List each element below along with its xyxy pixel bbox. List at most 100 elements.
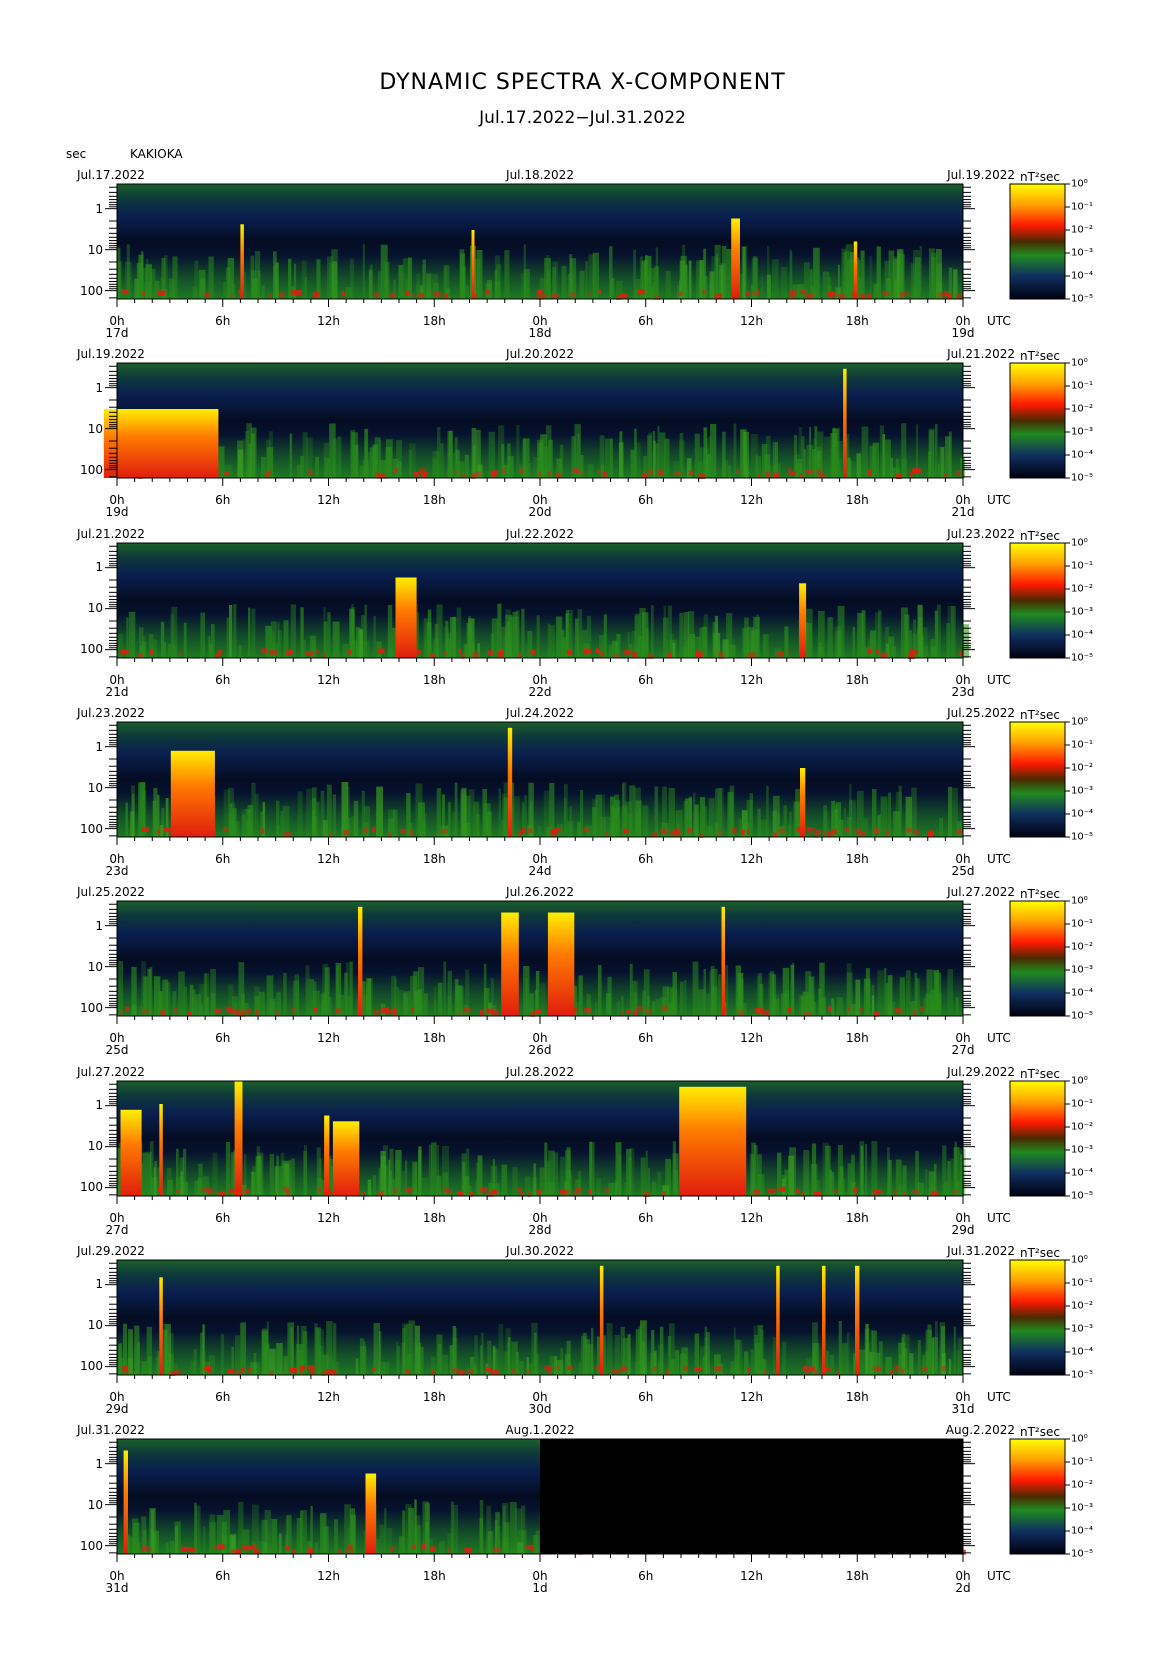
noise-mark <box>939 817 944 837</box>
x-tick-label: 6h <box>638 1031 654 1046</box>
colorbar-gradient <box>1009 900 1066 1017</box>
day-label: 17d <box>105 326 129 340</box>
x-tick-label: 18h <box>422 1569 446 1584</box>
noise-mark <box>142 1009 149 1015</box>
noise-mark <box>914 829 919 835</box>
noise-mark <box>549 624 555 658</box>
noise-mark <box>204 292 211 298</box>
noise-mark <box>663 829 668 835</box>
x-tick-label: 6h <box>638 672 654 687</box>
noise-mark <box>657 1360 664 1375</box>
colorbar-tick-label: 10⁻³ <box>1071 964 1094 976</box>
noise-mark <box>292 1548 296 1554</box>
colorbar-tick-label: 10⁻⁵ <box>1071 472 1094 484</box>
noise-mark <box>757 1324 763 1375</box>
noise-mark <box>433 986 437 1017</box>
noise-mark <box>442 1354 449 1375</box>
noise-mark <box>595 647 600 653</box>
noise-mark <box>366 984 369 1017</box>
colorbar-gradient <box>1009 183 1066 300</box>
colorbar-tick-label: 10⁻⁴ <box>1071 808 1094 820</box>
y-tick-label: 100 <box>80 1538 103 1553</box>
noise-mark <box>585 261 588 299</box>
noise-mark <box>504 250 510 299</box>
panel-date-mid: Jul.22.2022 <box>506 526 574 541</box>
noise-mark <box>377 648 382 654</box>
noise-mark <box>901 423 907 479</box>
noise-mark <box>287 1322 295 1375</box>
noise-mark <box>929 829 934 835</box>
noise-mark <box>210 1188 215 1194</box>
burst-mark <box>103 409 219 479</box>
noise-mark <box>452 812 456 837</box>
noise-mark <box>275 1165 282 1196</box>
noise-mark <box>666 1369 669 1375</box>
panel-date-mid: Aug.1.2022 <box>505 1423 575 1438</box>
day-label: 27d <box>951 1043 975 1058</box>
noise-mark <box>569 292 576 298</box>
noise-mark <box>223 282 226 299</box>
x-tick-label: 6h <box>215 493 231 508</box>
x-tick-label: 12h <box>740 493 763 508</box>
noise-mark <box>782 1341 787 1375</box>
noise-mark <box>589 1141 595 1196</box>
noise-mark <box>584 648 591 654</box>
panel-date-mid: Jul.24.2022 <box>506 705 574 720</box>
noise-mark <box>519 1360 524 1375</box>
noise-mark <box>619 293 628 299</box>
noise-mark <box>756 290 760 296</box>
noise-mark <box>351 603 354 658</box>
noise-mark <box>320 1513 327 1555</box>
colorbar-tick-label: 10⁻⁴ <box>1071 629 1094 641</box>
spectrogram-panel <box>105 183 975 307</box>
noise-mark <box>464 643 468 658</box>
x-tick-label: 18h <box>845 1210 869 1225</box>
noise-mark <box>329 423 336 479</box>
noise-mark <box>278 292 285 298</box>
day-label: 31d <box>105 1581 129 1596</box>
noise-mark <box>235 1335 240 1375</box>
noise-mark <box>457 1369 465 1375</box>
panel-date-right: Jul.31.2022 <box>947 1243 1015 1258</box>
noise-mark <box>865 1143 868 1196</box>
y-tick-label: 1 <box>95 918 103 933</box>
noise-mark <box>178 971 185 1017</box>
noise-mark <box>882 290 890 296</box>
noise-mark <box>563 784 568 837</box>
noise-mark <box>432 458 438 479</box>
noise-mark <box>584 1007 592 1013</box>
noise-mark <box>887 1146 890 1196</box>
noise-mark <box>228 813 236 837</box>
noise-mark <box>176 1188 180 1194</box>
y-tick-label: 1 <box>95 560 103 575</box>
colorbar-tick-label: 10⁻¹ <box>1071 560 1094 572</box>
noise-mark <box>606 1322 613 1375</box>
noise-mark <box>170 613 175 658</box>
noise-mark <box>831 998 835 1017</box>
panel-date-left: Jul.19.2022 <box>77 347 145 362</box>
utc-label: UTC <box>987 1389 1011 1404</box>
noise-mark <box>515 610 520 658</box>
noise-mark <box>363 827 368 833</box>
noise-mark <box>822 1142 829 1196</box>
noise-mark <box>413 471 420 477</box>
noise-mark <box>901 607 908 658</box>
noise-mark <box>286 1189 290 1195</box>
noise-mark <box>874 648 880 654</box>
noise-mark <box>718 974 721 1017</box>
noise-mark <box>829 1354 835 1375</box>
noise-mark <box>327 611 331 658</box>
noise-mark <box>343 829 349 835</box>
noise-mark <box>396 987 400 1017</box>
noise-mark <box>873 828 879 834</box>
noise-mark <box>172 256 178 299</box>
colorbar-tick-label: 10⁰ <box>1071 537 1088 549</box>
noise-mark <box>394 468 399 474</box>
noise-mark <box>458 648 462 654</box>
noise-mark <box>653 1366 657 1372</box>
noise-mark <box>296 1325 300 1375</box>
noise-mark <box>159 824 164 837</box>
noise-mark <box>385 276 388 299</box>
y-tick-label: 100 <box>80 821 103 836</box>
noise-mark <box>805 469 814 475</box>
